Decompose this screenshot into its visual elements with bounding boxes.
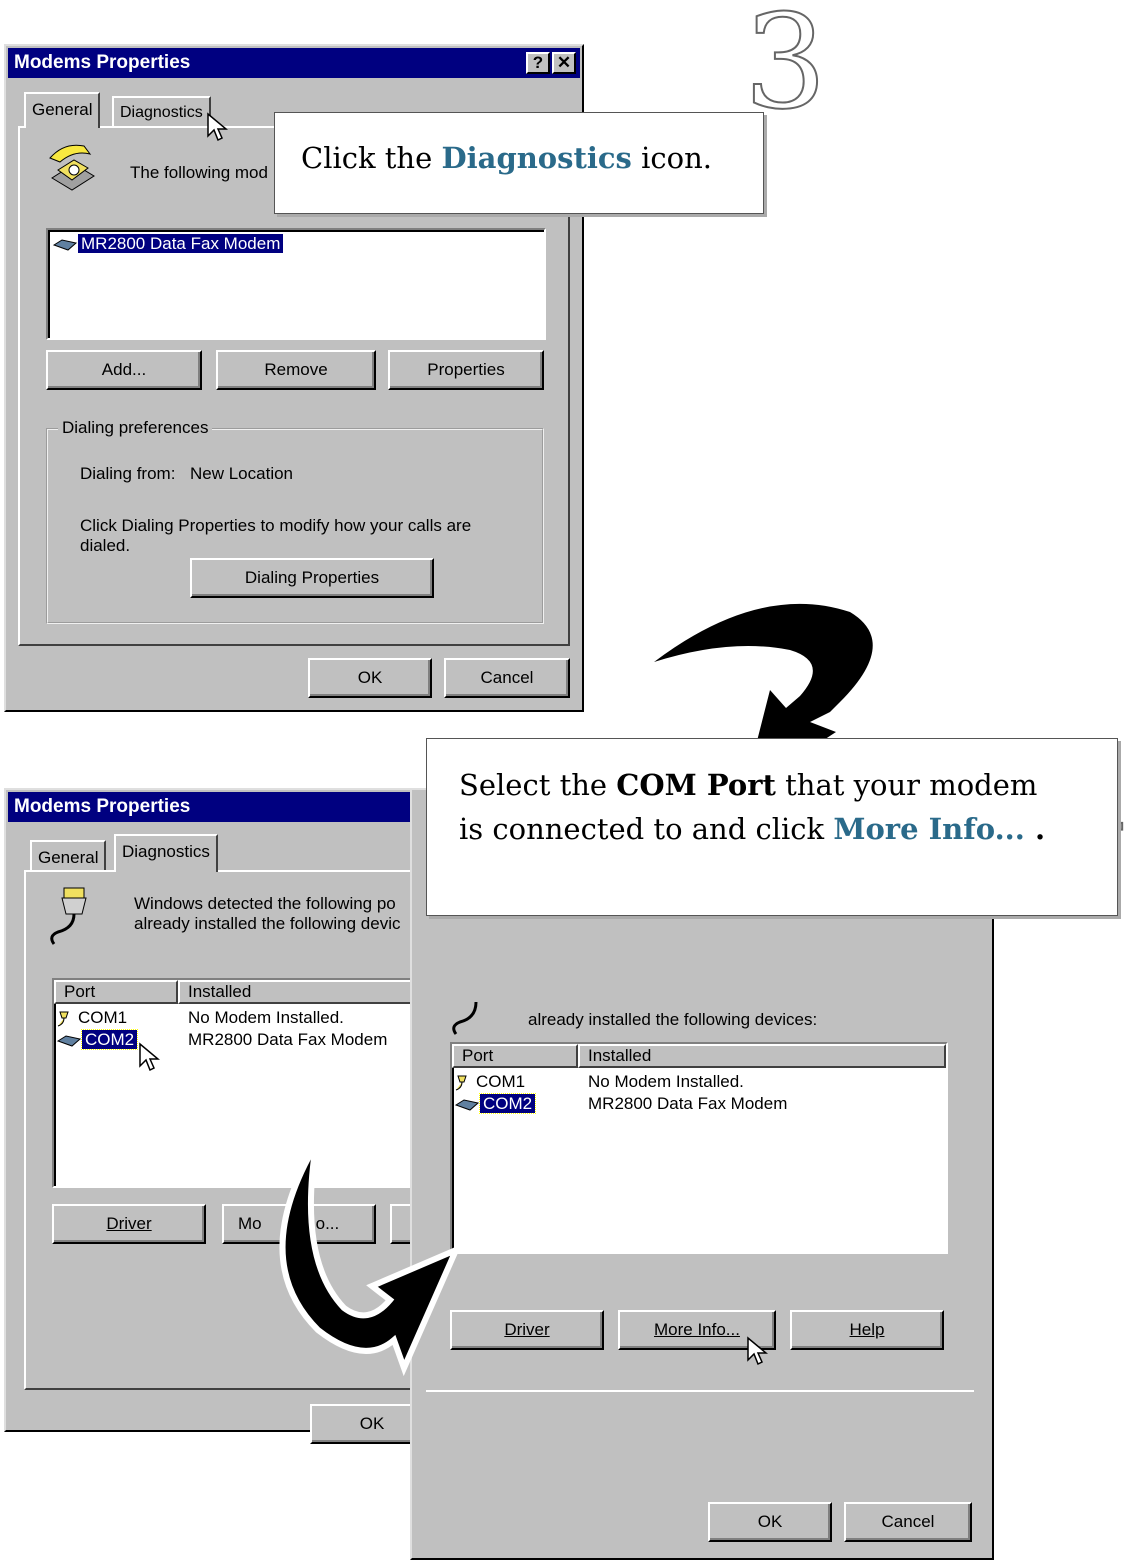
- description-line2: already installed the following devic: [134, 914, 401, 933]
- list-item[interactable]: COM1: [454, 1072, 525, 1092]
- tab-panel-bottom-edge: [426, 1390, 974, 1392]
- port-icon: [455, 1075, 467, 1090]
- cancel-button[interactable]: Cancel: [844, 1502, 972, 1542]
- mouse-cursor-icon: [207, 112, 228, 142]
- mouse-cursor-icon: [139, 1042, 160, 1072]
- dialing-hint-line1: Click Dialing Properties to modify how y…: [80, 516, 472, 535]
- curved-arrow-icon: [279, 1142, 462, 1377]
- dialing-from-value: New Location: [190, 464, 294, 483]
- step4-callout: Select the COM Port that your modem is c…: [426, 738, 1118, 916]
- window-title: Modems Properties: [14, 52, 191, 73]
- modem-name: MR2800 Data Fax Modem: [78, 234, 284, 253]
- port-list[interactable]: Port Installed COM1 No Modem Installed. …: [450, 1042, 948, 1254]
- description-line2: already installed the following devices:: [528, 1010, 818, 1029]
- tab-general[interactable]: General: [30, 840, 107, 870]
- modem-icon: [52, 238, 78, 251]
- cancel-button[interactable]: Cancel: [444, 658, 570, 698]
- properties-button[interactable]: Properties: [388, 350, 544, 390]
- list-item[interactable]: COM2: [56, 1029, 139, 1050]
- close-button[interactable]: ✕: [552, 52, 576, 74]
- title-bar: Modems Properties ? ✕: [8, 48, 580, 78]
- list-item[interactable]: COM2: [454, 1093, 537, 1114]
- modem-list[interactable]: MR2800 Data Fax Modem: [46, 228, 546, 340]
- driver-button[interactable]: Driver: [52, 1204, 206, 1244]
- description-text: The following mod: [130, 163, 268, 182]
- column-header-port[interactable]: Port: [54, 980, 178, 1004]
- add-button[interactable]: Add...: [46, 350, 202, 390]
- tab-general[interactable]: General: [24, 92, 101, 128]
- mouse-cursor-icon: [747, 1336, 768, 1366]
- dialing-from-label: Dialing from:: [80, 464, 176, 483]
- tab-diagnostics[interactable]: Diagnostics: [112, 96, 211, 126]
- step4-callout-line1: Select the COM Port that your modem: [459, 768, 1038, 802]
- list-item-installed: No Modem Installed.: [588, 1072, 744, 1091]
- ok-button[interactable]: OK: [708, 1502, 832, 1542]
- phone-icon: [49, 144, 95, 191]
- serial-port-icon: [50, 887, 87, 945]
- column-header-installed[interactable]: Installed: [178, 980, 430, 1004]
- dialing-preferences-label: Dialing preferences: [58, 418, 213, 438]
- modem-icon: [454, 1098, 480, 1111]
- list-item-installed: MR2800 Data Fax Modem: [588, 1094, 788, 1113]
- modem-icon: [56, 1034, 82, 1047]
- step3-callout: Click the Diagnostics icon.: [274, 112, 764, 214]
- column-header-installed[interactable]: Installed: [578, 1044, 946, 1068]
- column-header-port[interactable]: Port: [452, 1044, 578, 1068]
- list-item-installed: MR2800 Data Fax Modem: [188, 1030, 388, 1049]
- dialing-properties-button[interactable]: Dialing Properties: [190, 558, 434, 598]
- dialing-hint-line2: dialed.: [80, 536, 131, 555]
- remove-button[interactable]: Remove: [216, 350, 376, 390]
- help-button[interactable]: Help: [790, 1310, 944, 1350]
- ok-button[interactable]: OK: [308, 658, 432, 698]
- window-title: Modems Properties: [14, 796, 191, 817]
- list-item[interactable]: MR2800 Data Fax Modem: [52, 234, 284, 254]
- help-button[interactable]: ?: [526, 52, 550, 74]
- list-item-installed: No Modem Installed.: [188, 1008, 344, 1027]
- step4-callout-line2: is connected to and click More Info... .: [459, 812, 1046, 846]
- description-line1: Windows detected the following po: [134, 894, 396, 913]
- tab-diagnostics[interactable]: Diagnostics: [114, 834, 218, 872]
- list-item[interactable]: COM1: [56, 1008, 127, 1028]
- port-icon: [57, 1011, 69, 1026]
